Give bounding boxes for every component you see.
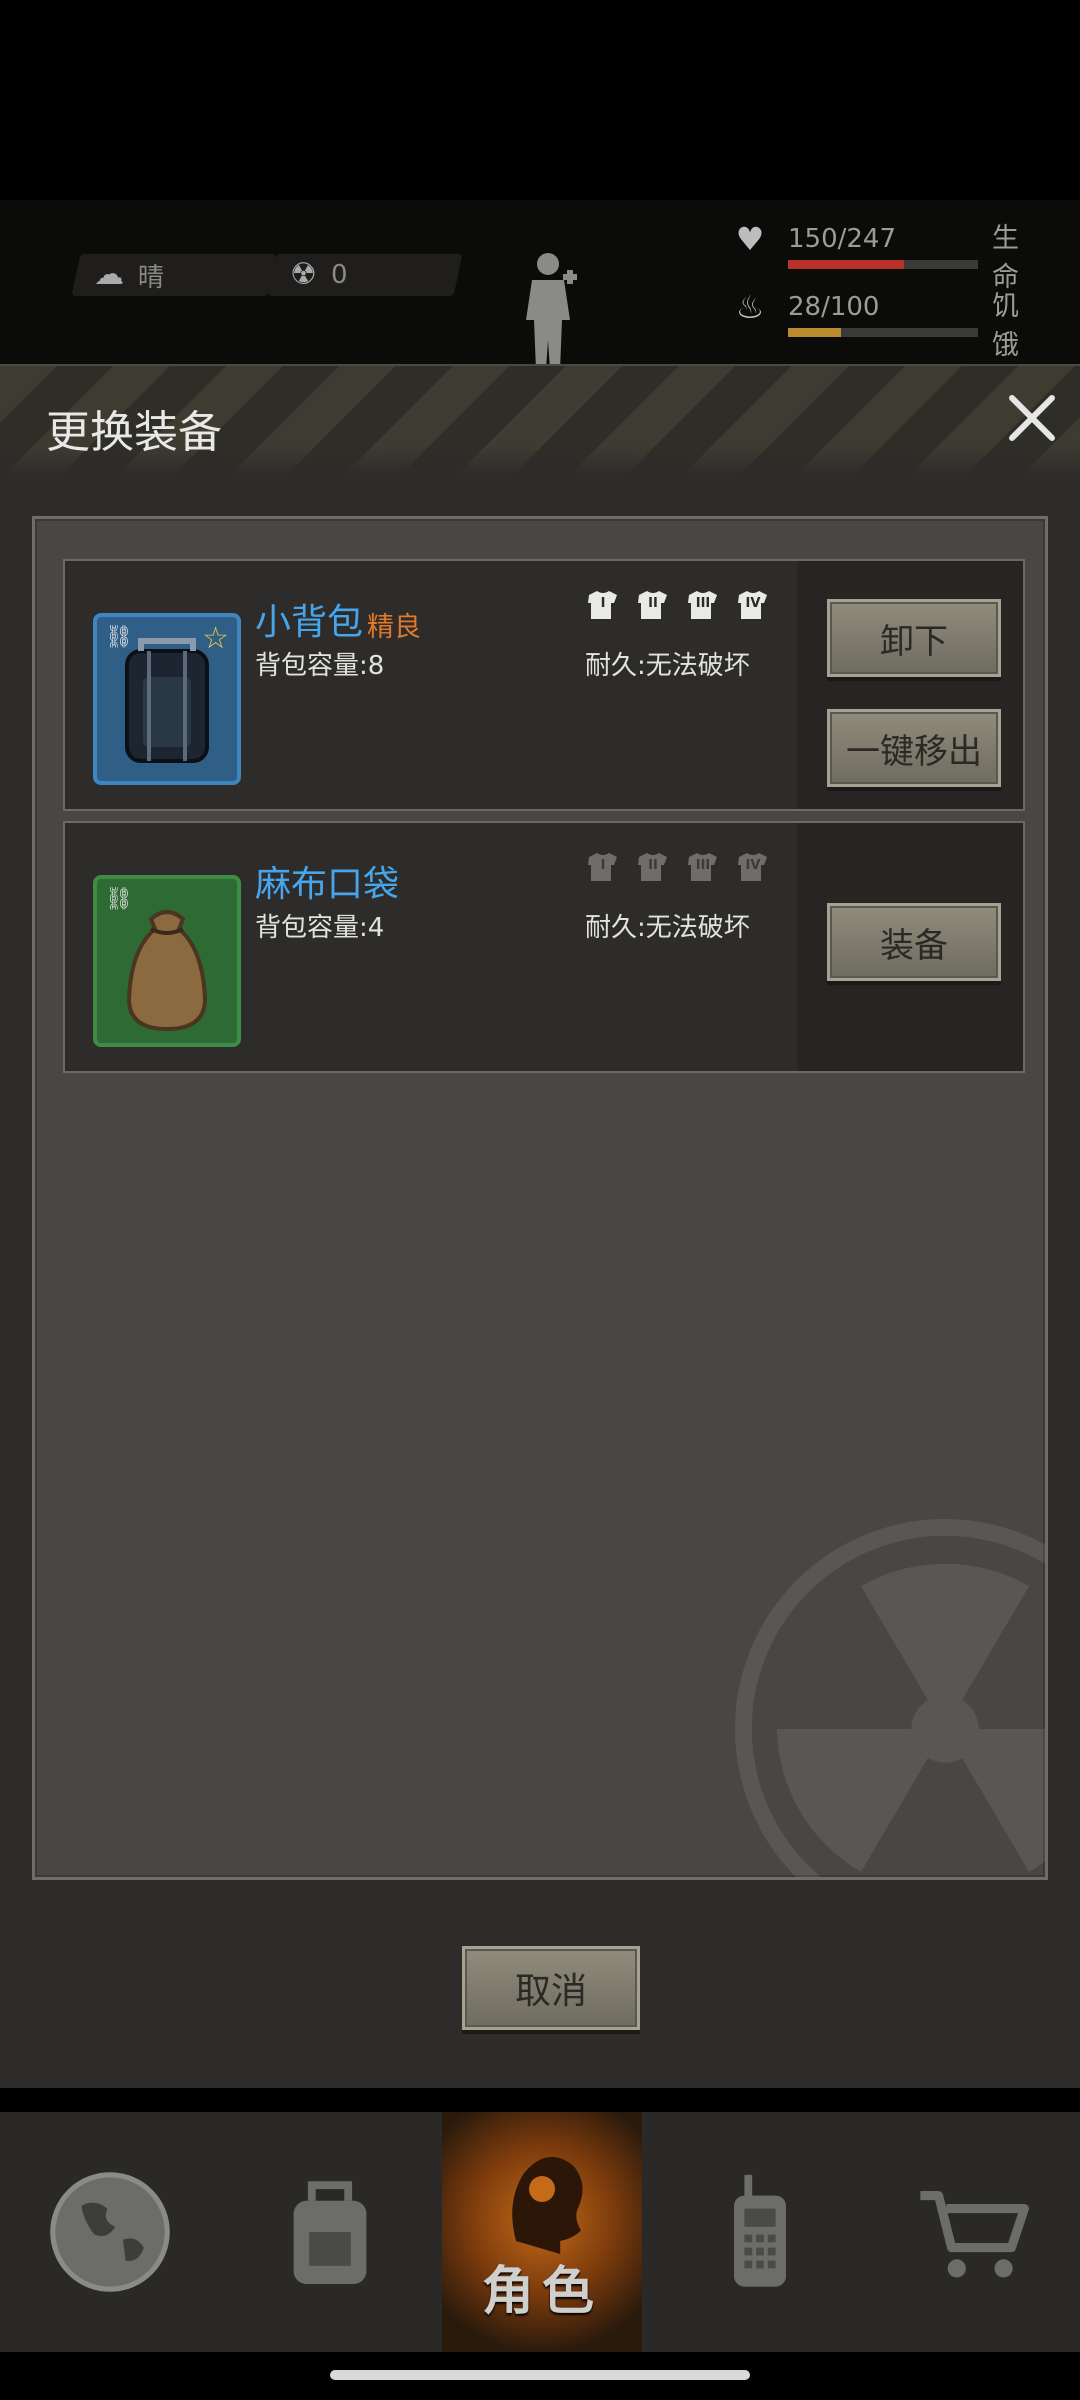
nav-tab-label: 角色 [481,2262,602,2322]
tier-icons: I II III IV [585,849,771,885]
radio-icon [734,2174,786,2287]
close-icon[interactable] [1004,390,1060,446]
nav-tab-radio[interactable] [650,2112,870,2352]
star-icon: ☆ [202,621,229,656]
item-capacity: 背包容量:4 [255,913,385,943]
nav-tab-world[interactable] [0,2112,220,2352]
cancel-button[interactable]: 取消 [462,1946,640,2030]
tier-4-icon: IV [735,587,771,623]
heart-icon: ♥ [735,220,765,258]
tier-2-icon: II [635,849,671,885]
nav-tab-backpack[interactable] [220,2112,440,2352]
bound-link-icon: ⛓ [105,625,133,650]
tier-1-icon: I [585,849,621,885]
radiation-value: 0 [330,260,348,290]
tier-label: II [648,596,658,611]
unequip-button[interactable]: 卸下 [827,599,1001,677]
character-figure-icon[interactable] [522,250,586,370]
equipment-list: ⛓ ☆ 小背包 精良 背包容量:8 耐久:无法破坏 I II III IV 卸下 一键… [32,516,1048,1880]
item-name: 小背包 [255,602,364,643]
world-icon [50,2172,170,2292]
tier-2-icon: II [635,587,671,623]
tier-label: IV [745,858,761,873]
health-value: 150/247 [788,224,897,254]
item-quality: 精良 [367,612,421,643]
nav-tab-shop[interactable] [870,2112,1080,2352]
remove-all-button[interactable]: 一键移出 [827,709,1001,787]
hunger-bar [788,328,978,337]
health-bar [788,260,978,269]
list-item[interactable]: ⛓ 麻布口袋 背包容量:4 耐久:无法破坏 I II III IV 装备 [63,821,1025,1073]
health-stat: ♥ 150/247 生命 [730,220,1019,293]
item-capacity: 背包容量:8 [255,651,385,681]
item-durability: 耐久:无法破坏 [585,651,750,681]
nav-tab-character[interactable]: 角色 [442,2112,642,2352]
hunger-value: 28/100 [788,292,880,322]
hunger-stat: ♨ 28/100 饥饿 [730,288,1019,361]
tier-1-icon: I [585,587,621,623]
health-label: 生命 [992,223,1019,293]
bound-link-icon: ⛓ [105,887,133,912]
tier-label: IV [745,596,761,611]
close-button[interactable] [1004,390,1060,446]
radiation-icon: ☢ [290,257,317,292]
equip-button[interactable]: 装备 [827,903,1001,981]
tier-label: I [600,858,606,873]
cart-icon [920,2191,1029,2278]
hunger-label: 饥饿 [992,291,1019,361]
item-durability: 耐久:无法破坏 [585,913,750,943]
weather-stat: ☁ 晴 [71,254,277,296]
item-icon-frame[interactable]: ⛓ [93,875,241,1047]
character-icon [512,2156,583,2254]
tier-4-icon: IV [735,849,771,885]
radiation-watermark-icon [735,1519,1045,1877]
tier-icons: I II III IV [585,587,771,623]
list-item[interactable]: ⛓ ☆ 小背包 精良 背包容量:8 耐久:无法破坏 I II III IV 卸下 一键… [63,559,1025,811]
dialog-title: 更换装备 [46,407,222,458]
home-indicator[interactable] [330,2370,750,2380]
item-name: 麻布口袋 [255,864,400,905]
tier-3-icon: III [685,587,721,623]
tier-3-icon: III [685,849,721,885]
cloudy-icon: ☁ [94,257,124,292]
tier-label: III [695,596,711,611]
bottom-nav: 角色 [0,2112,1080,2352]
tier-label: II [648,858,658,873]
tier-label: III [695,858,711,873]
change-equipment-dialog: 更换装备 ⛓ ☆ 小背包 精良 背包容量:8 耐久:无法破坏 I II III … [0,364,1080,2088]
radiation-stat: ☢ 0 [267,254,463,296]
backpack-icon [293,2181,367,2284]
item-icon-frame[interactable]: ⛓ ☆ [93,613,241,785]
weather-value: 晴 [138,262,165,293]
stomach-icon: ♨ [735,288,765,326]
tier-label: I [600,596,606,611]
